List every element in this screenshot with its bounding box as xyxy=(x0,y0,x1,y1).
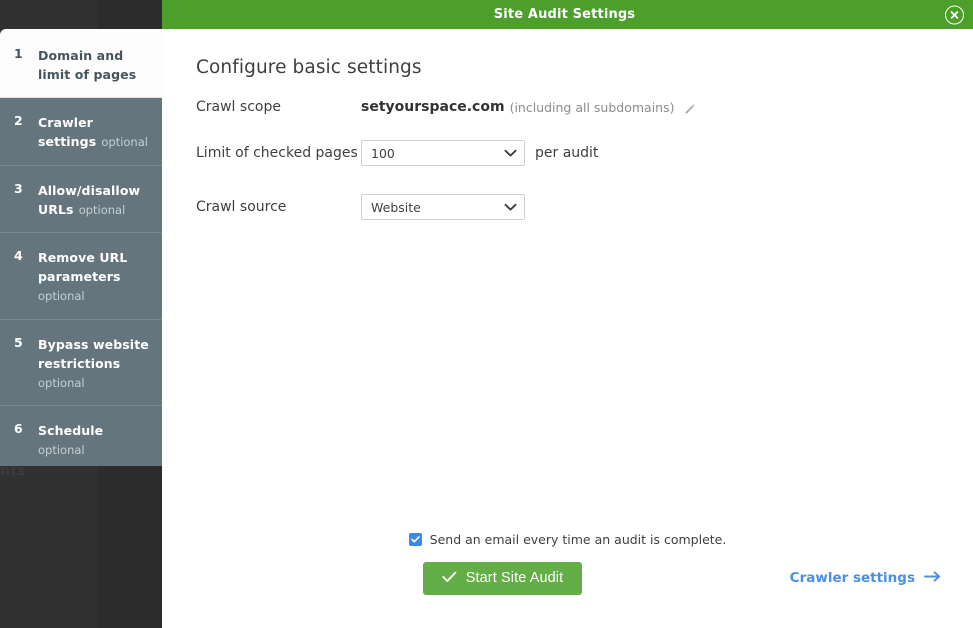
pencil-icon[interactable] xyxy=(683,103,696,116)
crawl-scope-label: Crawl scope xyxy=(196,99,281,115)
step-number: 1 xyxy=(14,46,23,61)
step-sublabel: optional xyxy=(38,443,85,458)
modal-header: Site Audit Settings xyxy=(162,0,973,29)
start-site-audit-button[interactable]: Start Site Audit xyxy=(422,561,583,595)
email-notification-checkbox[interactable] xyxy=(408,533,422,546)
step-label: Domain and limit of pages xyxy=(38,48,137,82)
step-label: Bypass website restrictions xyxy=(38,336,149,371)
crawler-settings-link[interactable]: Crawler settings xyxy=(790,570,941,586)
site-audit-settings-modal: Site Audit Settings Configure basic sett… xyxy=(162,0,973,628)
sidebar-item-bypass-website-restrictions[interactable]: 5 Bypass website restrictions optional xyxy=(0,320,162,407)
sidebar-item-allow-disallow-urls[interactable]: 3 Allow/disallow URLs optional xyxy=(0,166,162,234)
step-sublabel: optional xyxy=(38,375,85,390)
chevron-down-icon xyxy=(504,149,517,158)
check-icon xyxy=(442,571,457,586)
arrow-right-icon xyxy=(924,570,941,586)
crawl-scope-note: (including all subdomains) xyxy=(509,99,675,115)
modal-title: Site Audit Settings xyxy=(493,7,636,22)
step-sublabel: optional xyxy=(78,202,126,217)
step-number: 5 xyxy=(14,334,23,350)
limit-pages-label: Limit of checked pages xyxy=(196,145,358,161)
email-notification-label: Send an email every time an audit is com… xyxy=(429,532,727,547)
step-number: 2 xyxy=(14,113,23,128)
sidebar-item-remove-url-parameters[interactable]: 4 Remove URL parameters optional xyxy=(0,233,162,320)
modal-body: Configure basic settings Crawl scope set… xyxy=(162,29,973,628)
limit-pages-suffix: per audit xyxy=(535,145,599,161)
crawl-source-row: Crawl source Website xyxy=(196,194,973,220)
email-notification-row: Send an email every time an audit is com… xyxy=(162,532,973,547)
settings-step-sidebar: 1 Domain and limit of pages 2 Crawler se… xyxy=(0,29,162,466)
sidebar-item-domain-and-limit[interactable]: 1 Domain and limit of pages xyxy=(0,29,162,98)
close-icon[interactable] xyxy=(945,5,964,24)
limit-pages-select[interactable]: 100 xyxy=(361,140,525,166)
limit-pages-value: 100 xyxy=(371,145,395,161)
crawl-source-value: Website xyxy=(371,199,421,215)
step-sublabel: optional xyxy=(38,289,85,304)
crawl-scope-value: setyourspace.com xyxy=(361,99,505,115)
limit-pages-row: Limit of checked pages 100 per audit xyxy=(196,140,973,166)
action-row: Start Site Audit Crawler settings xyxy=(162,560,973,596)
crawl-source-select[interactable]: Website xyxy=(361,194,525,220)
sidebar-item-crawler-settings[interactable]: 2 Crawler settings optional xyxy=(0,98,162,166)
crawl-source-label: Crawl source xyxy=(196,199,287,215)
modal-footer: Send an email every time an audit is com… xyxy=(162,532,973,628)
step-sublabel: optional xyxy=(101,135,148,149)
page-title: Configure basic settings xyxy=(196,57,422,78)
sidebar-item-schedule[interactable]: 6 Schedule optional xyxy=(0,406,162,466)
step-label: Remove URL parameters xyxy=(38,250,128,285)
crawl-scope-row: Crawl scope setyourspace.com (including … xyxy=(196,96,973,118)
step-label: Schedule xyxy=(38,423,104,439)
step-label: Crawler settings xyxy=(38,115,97,149)
step-number: 6 xyxy=(14,421,23,437)
chevron-down-icon xyxy=(504,203,517,212)
crawler-settings-link-label: Crawler settings xyxy=(789,570,915,586)
step-number: 3 xyxy=(14,180,23,196)
step-number: 4 xyxy=(14,248,23,264)
start-site-audit-label: Start Site Audit xyxy=(465,570,564,586)
